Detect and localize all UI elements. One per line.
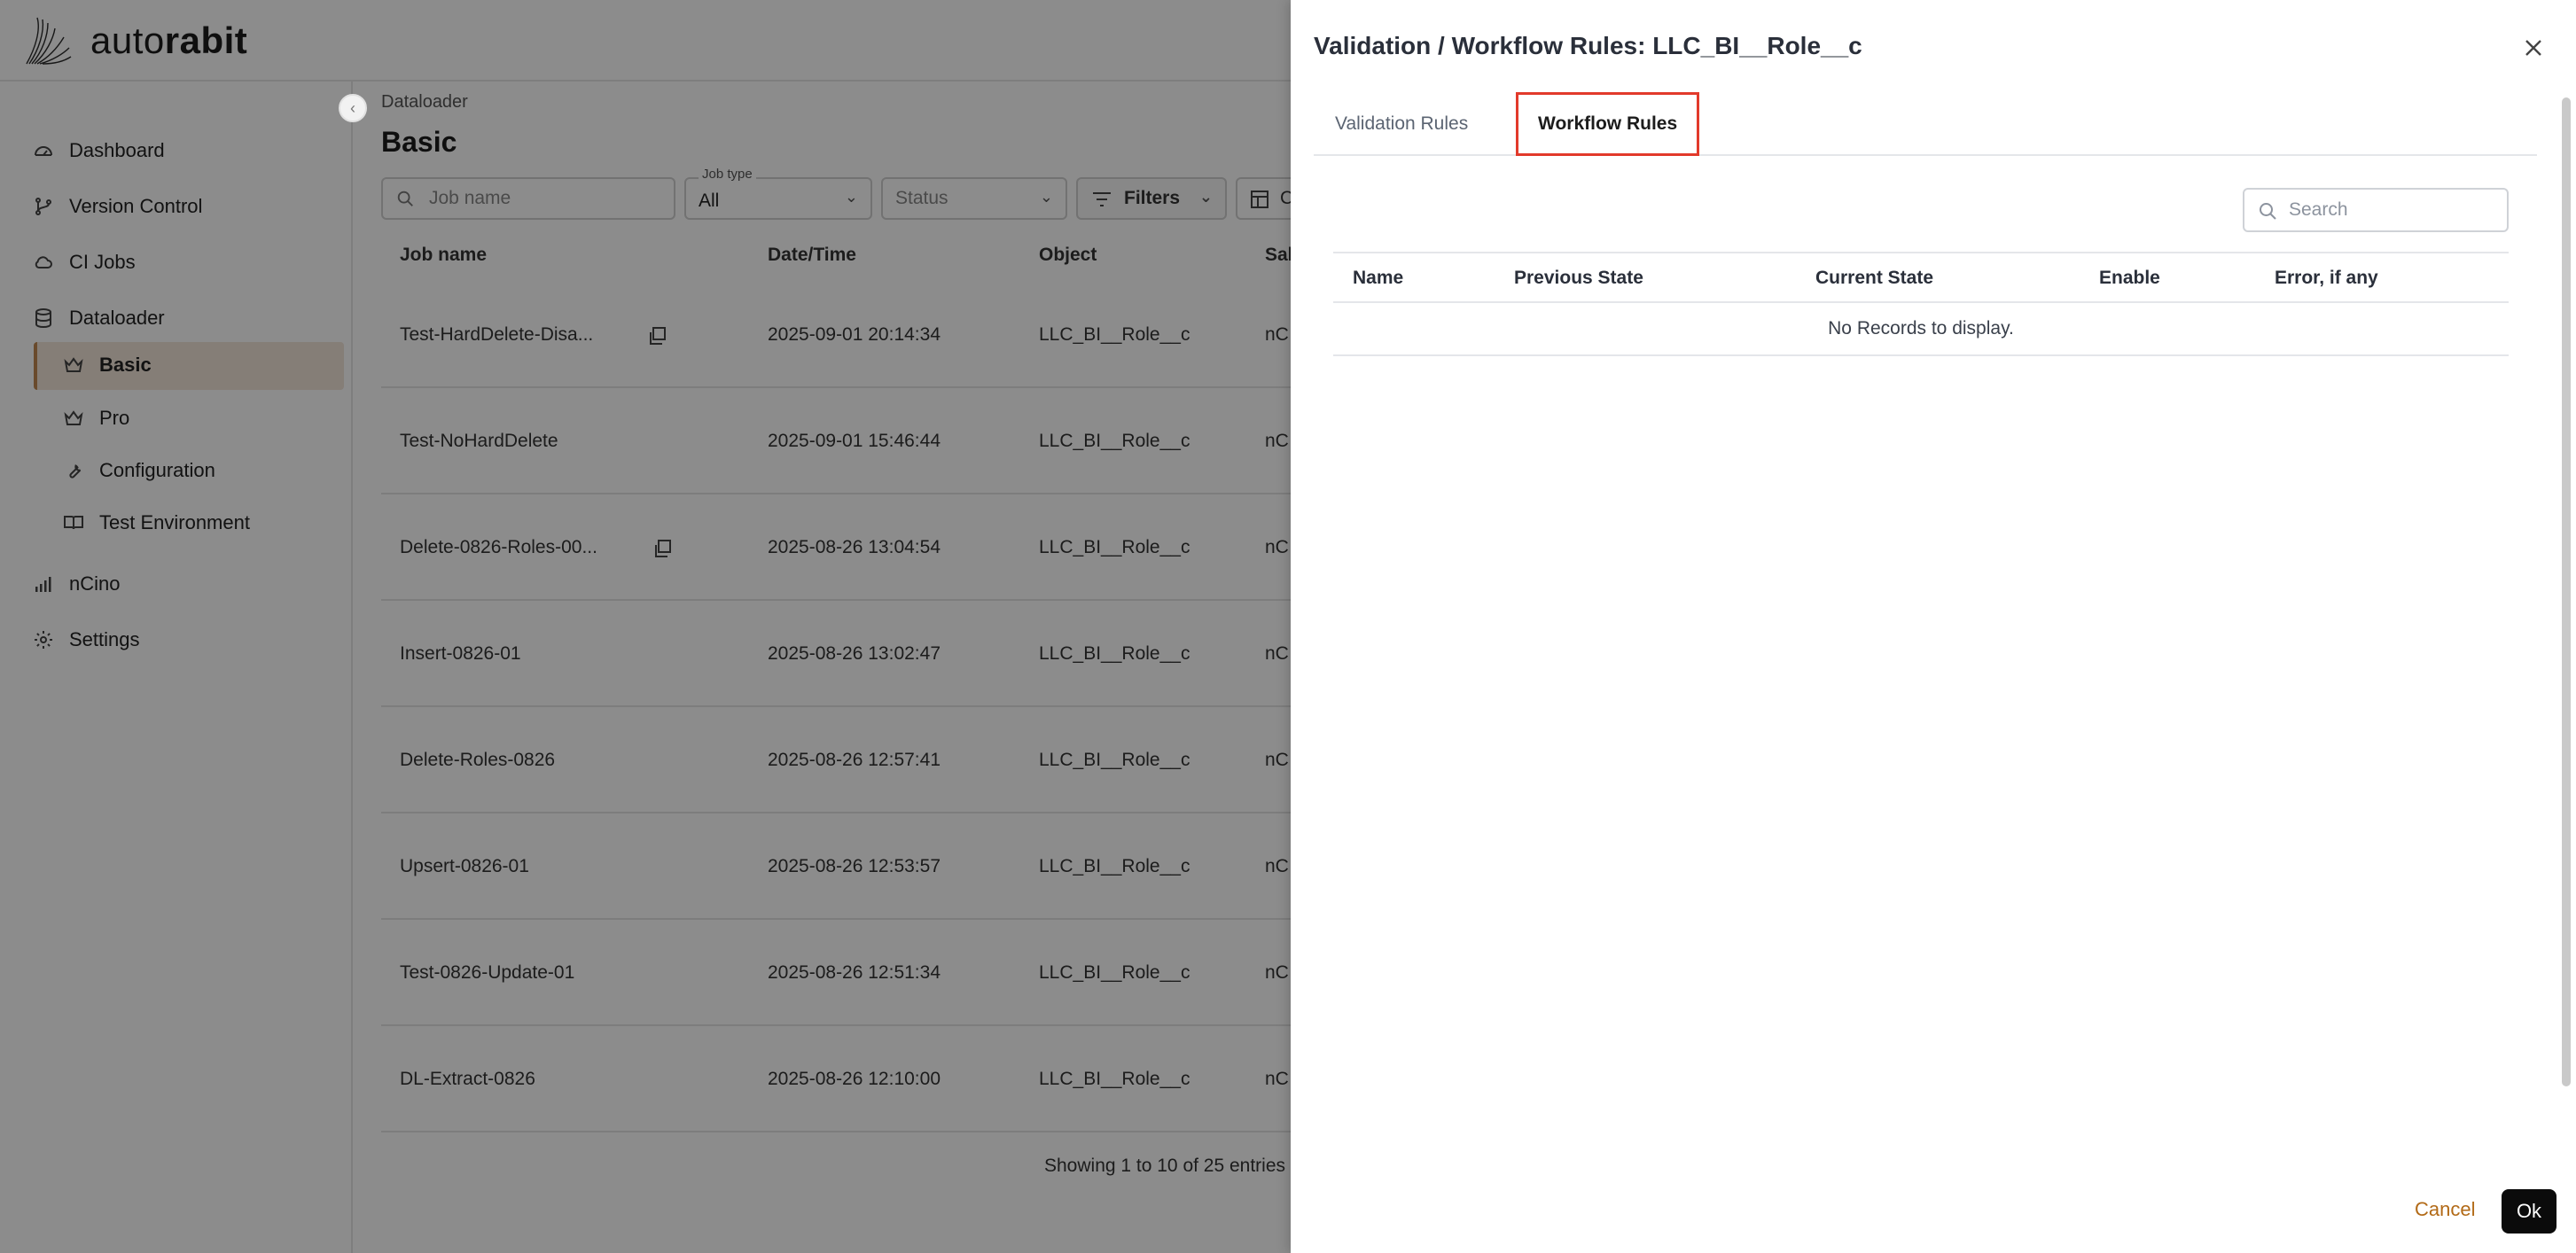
close-icon bbox=[2525, 40, 2541, 56]
column-header-current-state[interactable]: Current State bbox=[1815, 268, 1933, 289]
rules-tabs: Validation Rules Workflow Rules bbox=[1314, 92, 2537, 156]
sidebar-collapse-button[interactable]: ‹ bbox=[339, 94, 367, 122]
column-header-error[interactable]: Error, if any bbox=[2275, 268, 2378, 289]
drawer-scrollbar[interactable] bbox=[2562, 97, 2571, 1086]
ok-button[interactable]: Ok bbox=[2502, 1189, 2556, 1234]
column-header-previous-state[interactable]: Previous State bbox=[1514, 268, 1643, 289]
search-icon bbox=[2260, 203, 2276, 220]
column-header-name[interactable]: Name bbox=[1353, 268, 1403, 289]
tab-workflow-rules[interactable]: Workflow Rules bbox=[1516, 92, 1700, 156]
search-placeholder: Search bbox=[2289, 199, 2348, 220]
workflow-rules-table: Name Previous State Current State Enable… bbox=[1333, 252, 2509, 356]
tab-validation-rules[interactable]: Validation Rules bbox=[1314, 92, 1489, 156]
column-header-enable[interactable]: Enable bbox=[2099, 268, 2160, 289]
table-header: Name Previous State Current State Enable… bbox=[1333, 252, 2509, 303]
workflow-rules-drawer: Validation / Workflow Rules: LLC_BI__Rol… bbox=[1291, 0, 2576, 1253]
drawer-title: Validation / Workflow Rules: LLC_BI__Rol… bbox=[1314, 32, 1862, 59]
close-button[interactable] bbox=[2519, 34, 2548, 62]
chevron-left-icon: ‹ bbox=[350, 98, 355, 117]
empty-state-message: No Records to display. bbox=[1333, 303, 2509, 356]
modal-backdrop[interactable] bbox=[0, 0, 1292, 1253]
search-input[interactable]: Search bbox=[2243, 188, 2509, 232]
cancel-button[interactable]: Cancel bbox=[2415, 1187, 2475, 1232]
